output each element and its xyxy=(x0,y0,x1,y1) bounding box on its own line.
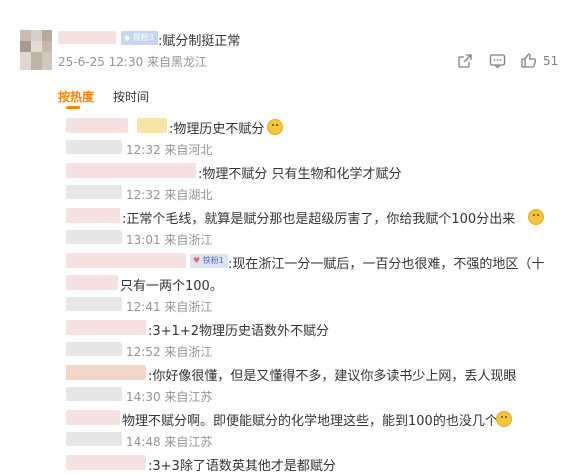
like-count: 51 xyxy=(543,54,559,68)
reply-meta: 12:41 来自浙江 xyxy=(126,300,213,314)
reply-text: :正常个毛线，就算是赋分那也是超级厉害了，你给我赋个100分出来 xyxy=(122,212,516,227)
comment-icon[interactable] xyxy=(489,53,506,69)
reply-text: :物理不赋分 只有生物和化学才赋分 xyxy=(198,167,402,182)
smile-emoji xyxy=(267,119,283,135)
username-redacted xyxy=(66,275,118,290)
avatar xyxy=(66,140,122,154)
reply-meta: 12:32 来自河北 xyxy=(126,143,213,157)
reply-meta: 14:48 来自江苏 xyxy=(126,435,213,449)
username-redacted[interactable] xyxy=(58,31,116,44)
reply-meta: 12:52 来自浙江 xyxy=(126,345,213,359)
reply-text: :3+3除了语数英其他才是都赋分 xyxy=(148,459,336,474)
reply-text: 物理不赋分啊。即便能赋分的化学地理这些，能到100的也没几个 xyxy=(122,414,498,429)
reply-text: :现在浙江一分一赋后，一百分也很难，不强的地区（十 xyxy=(228,257,545,272)
avatar xyxy=(66,230,122,244)
reply-meta: 14:30 来自江苏 xyxy=(126,390,213,404)
diamond-icon: ◆ xyxy=(124,33,131,42)
avatar[interactable] xyxy=(20,30,52,70)
heart-icon: ♥ xyxy=(193,256,201,265)
like-icon[interactable] xyxy=(520,52,537,69)
reply-text-continued: 只有一两个100。 xyxy=(120,279,223,294)
reply-meta: 12:32 来自湖北 xyxy=(126,188,213,202)
tab-sort-time[interactable]: 按时间 xyxy=(113,88,149,105)
tab-sort-hot[interactable]: 按热度 xyxy=(58,88,94,105)
fan-badge: ◆ 铁粉3 xyxy=(121,31,158,45)
username-redacted[interactable] xyxy=(66,163,196,178)
username-redacted[interactable] xyxy=(66,410,120,425)
reply-text: :你好像很懂，但是又懂得不多，建议你多读书少上网，丢人现眼 xyxy=(148,369,517,384)
fan-badge: ♥ 铁粉1 xyxy=(190,254,228,268)
laugh-emoji xyxy=(528,209,544,225)
avatar xyxy=(66,432,122,446)
post-meta: 25-6-25 12:30 来自黑龙江 xyxy=(58,55,208,69)
username-redacted[interactable] xyxy=(66,320,146,335)
username-redacted[interactable] xyxy=(66,455,146,470)
reply-meta: 13:01 来自浙江 xyxy=(126,233,213,247)
laugh-emoji xyxy=(496,411,512,427)
avatar xyxy=(66,342,122,356)
username-redacted[interactable] xyxy=(66,118,128,133)
tab-active-underline xyxy=(66,106,80,109)
avatar xyxy=(66,185,122,199)
avatar xyxy=(66,297,122,311)
avatar xyxy=(66,387,122,401)
username-redacted[interactable] xyxy=(66,208,120,223)
username-redacted[interactable] xyxy=(66,253,186,268)
share-icon[interactable] xyxy=(457,53,473,69)
post-text: :赋分制挺正常 xyxy=(158,34,241,49)
reply-text: :3+1+2物理历史语数外不赋分 xyxy=(148,324,329,339)
reply-text: :物理历史不赋分 xyxy=(169,122,265,137)
username-redacted[interactable] xyxy=(66,365,146,380)
username-redacted[interactable] xyxy=(137,118,167,133)
